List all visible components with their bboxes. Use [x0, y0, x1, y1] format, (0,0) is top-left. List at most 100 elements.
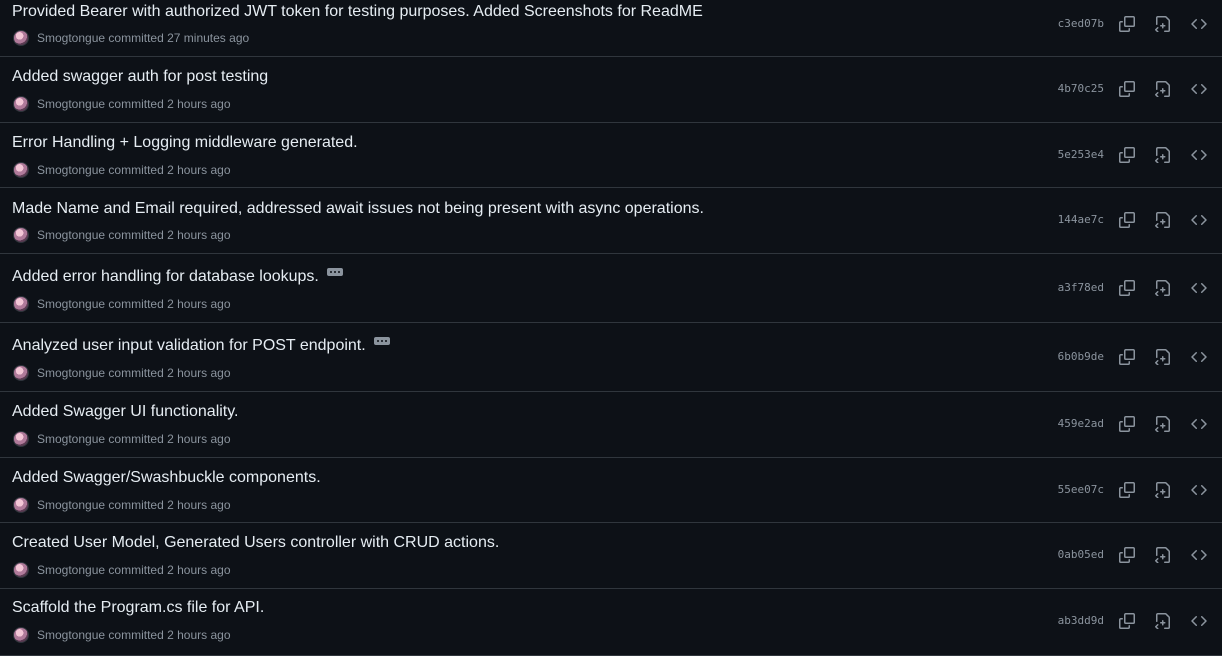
author-avatar[interactable]: [13, 162, 29, 178]
browse-repository-button[interactable]: [1189, 278, 1209, 298]
copy-sha-button[interactable]: [1117, 347, 1137, 367]
copy-icon: [1119, 349, 1135, 365]
commit-action-text: committed: [108, 31, 164, 45]
author-avatar[interactable]: [13, 497, 29, 513]
author-link[interactable]: Smogtongue: [37, 628, 105, 642]
commit-action-text: committed: [108, 628, 164, 642]
commit-title-line: Added Swagger UI functionality.: [12, 403, 239, 421]
browse-repository-button[interactable]: [1189, 480, 1209, 500]
file-diff-icon: [1155, 349, 1170, 365]
view-commit-details-button[interactable]: [1153, 14, 1173, 34]
commit-sha-link[interactable]: 459e2ad: [1058, 417, 1104, 430]
author-avatar[interactable]: [13, 227, 29, 243]
commit-action-text: committed: [108, 563, 164, 577]
author-link[interactable]: Smogtongue: [37, 97, 105, 111]
commit-row: Added error handling for database lookup…: [0, 254, 1222, 323]
code-icon: [1191, 18, 1207, 30]
browse-repository-button[interactable]: [1189, 545, 1209, 565]
copy-icon: [1119, 547, 1135, 563]
view-commit-details-button[interactable]: [1153, 611, 1173, 631]
copy-sha-button[interactable]: [1117, 480, 1137, 500]
commit-sha-link[interactable]: 144ae7c: [1058, 213, 1104, 226]
commit-meta: Smogtongue committed 2 hours ago: [12, 562, 231, 578]
author-link[interactable]: Smogtongue: [37, 31, 105, 45]
copy-sha-button[interactable]: [1117, 145, 1137, 165]
browse-repository-button[interactable]: [1189, 414, 1209, 434]
view-commit-details-button[interactable]: [1153, 210, 1173, 230]
author-link[interactable]: Smogtongue: [37, 432, 105, 446]
show-description-button[interactable]: [326, 268, 343, 276]
commit-message-link[interactable]: Added error handling for database lookup…: [12, 268, 319, 286]
commit-meta: Smogtongue committed 27 minutes ago: [12, 30, 249, 46]
view-commit-details-button[interactable]: [1153, 145, 1173, 165]
commit-title-line: Created User Model, Generated Users cont…: [12, 534, 499, 552]
commit-sha-link[interactable]: 5e253e4: [1058, 148, 1104, 161]
commit-message-link[interactable]: Added Swagger/Swashbuckle components.: [12, 469, 321, 487]
commit-message-link[interactable]: Error Handling + Logging middleware gene…: [12, 134, 358, 152]
commit-row: Created User Model, Generated Users cont…: [0, 523, 1222, 589]
author-avatar[interactable]: [13, 365, 29, 381]
commit-message-link[interactable]: Analyzed user input validation for POST …: [12, 337, 366, 355]
author-avatar[interactable]: [13, 30, 29, 46]
copy-sha-button[interactable]: [1117, 14, 1137, 34]
commit-sha-link[interactable]: c3ed07b: [1058, 17, 1104, 30]
commit-action-text: committed: [108, 366, 164, 380]
author-link[interactable]: Smogtongue: [37, 163, 105, 177]
browse-repository-button[interactable]: [1189, 145, 1209, 165]
commit-title-line: Provided Bearer with authorized JWT toke…: [12, 3, 703, 21]
commit-action-text: committed: [108, 97, 164, 111]
commit-sha-link[interactable]: 55ee07c: [1058, 483, 1104, 496]
commit-message-link[interactable]: Added swagger auth for post testing: [12, 68, 268, 86]
author-link[interactable]: Smogtongue: [37, 498, 105, 512]
copy-icon: [1119, 212, 1135, 228]
browse-repository-button[interactable]: [1189, 611, 1209, 631]
browse-repository-button[interactable]: [1189, 14, 1209, 34]
author-avatar[interactable]: [13, 562, 29, 578]
commit-row: Analyzed user input validation for POST …: [0, 323, 1222, 392]
commit-sha-link[interactable]: 0ab05ed: [1058, 548, 1104, 561]
copy-sha-button[interactable]: [1117, 79, 1137, 99]
author-avatar[interactable]: [13, 431, 29, 447]
author-link[interactable]: Smogtongue: [37, 366, 105, 380]
commit-action-text: committed: [108, 498, 164, 512]
copy-sha-button[interactable]: [1117, 278, 1137, 298]
commit-time: 2 hours ago: [167, 297, 231, 311]
commit-sha-link[interactable]: 6b0b9de: [1058, 350, 1104, 363]
view-commit-details-button[interactable]: [1153, 278, 1173, 298]
commit-meta: Smogtongue committed 2 hours ago: [12, 365, 231, 381]
copy-sha-button[interactable]: [1117, 545, 1137, 565]
view-commit-details-button[interactable]: [1153, 480, 1173, 500]
copy-sha-button[interactable]: [1117, 611, 1137, 631]
view-commit-details-button[interactable]: [1153, 79, 1173, 99]
file-diff-icon: [1155, 81, 1170, 97]
view-commit-details-button[interactable]: [1153, 414, 1173, 434]
commit-message-link[interactable]: Provided Bearer with authorized JWT toke…: [12, 3, 703, 21]
author-avatar[interactable]: [13, 296, 29, 312]
view-commit-details-button[interactable]: [1153, 545, 1173, 565]
commit-message-link[interactable]: Made Name and Email required, addressed …: [12, 200, 704, 218]
commit-sha-link[interactable]: ab3dd9d: [1058, 614, 1104, 627]
view-commit-details-button[interactable]: [1153, 347, 1173, 367]
author-avatar[interactable]: [13, 627, 29, 643]
commit-message-link[interactable]: Created User Model, Generated Users cont…: [12, 534, 499, 552]
commit-row: Error Handling + Logging middleware gene…: [0, 123, 1222, 188]
author-avatar[interactable]: [13, 96, 29, 112]
browse-repository-button[interactable]: [1189, 347, 1209, 367]
copy-icon: [1119, 280, 1135, 296]
author-link[interactable]: Smogtongue: [37, 563, 105, 577]
copy-icon: [1119, 613, 1135, 629]
commit-message-link[interactable]: Scaffold the Program.cs file for API.: [12, 599, 264, 617]
commit-title-line: Added error handling for database lookup…: [12, 268, 343, 286]
author-link[interactable]: Smogtongue: [37, 297, 105, 311]
copy-sha-button[interactable]: [1117, 414, 1137, 434]
browse-repository-button[interactable]: [1189, 79, 1209, 99]
commit-message-link[interactable]: Added Swagger UI functionality.: [12, 403, 239, 421]
copy-sha-button[interactable]: [1117, 210, 1137, 230]
commit-title-line: Made Name and Email required, addressed …: [12, 200, 704, 218]
commit-sha-link[interactable]: a3f78ed: [1058, 281, 1104, 294]
show-description-button[interactable]: [373, 337, 390, 345]
commit-row: Added swagger auth for post testing Smog…: [0, 57, 1222, 123]
commit-sha-link[interactable]: 4b70c25: [1058, 82, 1104, 95]
author-link[interactable]: Smogtongue: [37, 228, 105, 242]
browse-repository-button[interactable]: [1189, 210, 1209, 230]
